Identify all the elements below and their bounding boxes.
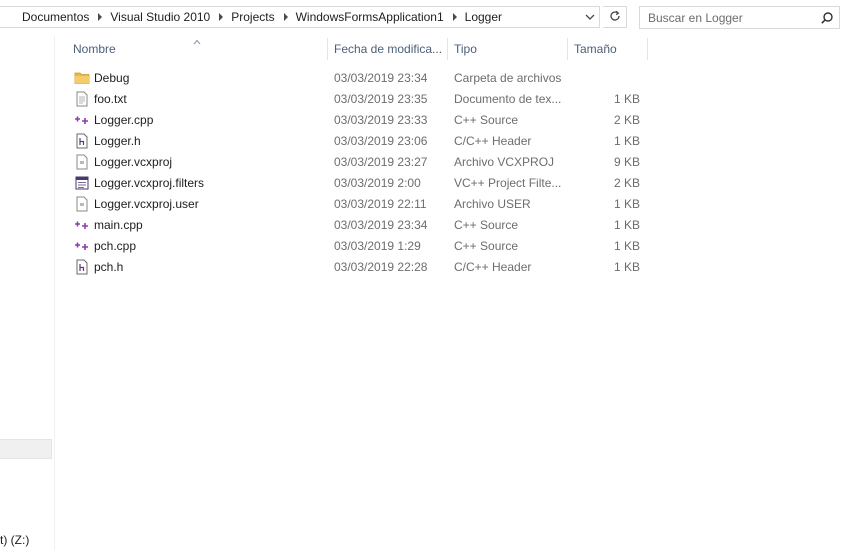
file-date: 03/03/2019 1:29 [334, 239, 421, 253]
file-row[interactable]: Logger.cpp 03/03/2019 23:33 C++ Source 2 KB [54, 110, 674, 131]
breadcrumb-item-documentos[interactable]: Documentos [22, 10, 89, 24]
chevron-right-icon[interactable] [283, 13, 288, 21]
file-row[interactable]: pch.h 03/03/2019 22:28 C/C++ Header 1 KB [54, 257, 674, 278]
cpp-file-icon [74, 217, 90, 233]
breadcrumb-item-projects[interactable]: Projects [231, 10, 274, 24]
file-row[interactable]: Debug 03/03/2019 23:34 Carpeta de archivos [54, 68, 674, 89]
chevron-right-icon[interactable] [98, 13, 103, 21]
project-file-icon [74, 196, 90, 212]
column-header-size[interactable]: Tamaño [574, 42, 617, 56]
file-name: main.cpp [94, 218, 143, 232]
navigation-pane[interactable] [0, 36, 55, 550]
cpp-file-icon [74, 238, 90, 254]
file-row[interactable]: Logger.vcxproj.user 03/03/2019 22:11 Archi… [54, 194, 674, 215]
file-date: 03/03/2019 2:00 [334, 176, 421, 190]
file-name: Logger.vcxproj.filters [94, 176, 205, 190]
filters-file-icon [74, 175, 90, 191]
file-size: 1 KB [613, 218, 640, 232]
search-icon[interactable] [820, 11, 834, 28]
file-date: 03/03/2019 23:35 [334, 92, 428, 106]
search-placeholder: Buscar en Logger [648, 11, 743, 25]
file-size: 1 KB [613, 197, 640, 211]
file-size: 2 KB [613, 176, 640, 190]
file-date: 03/03/2019 23:33 [334, 113, 428, 127]
address-bar[interactable]: Documentos Visual Studio 2010 Projects W… [0, 6, 600, 28]
breadcrumb-item-logger[interactable]: Logger [465, 10, 502, 24]
column-headers: Nombre Fecha de modifica... Tipo Tamaño [54, 36, 674, 64]
file-name: Logger.cpp [94, 113, 154, 127]
refresh-icon [608, 9, 622, 26]
file-type: Archivo VCXPROJ [454, 155, 555, 169]
file-name: Logger.h [94, 134, 141, 148]
column-divider[interactable] [327, 38, 328, 60]
file-size: 1 KB [613, 134, 640, 148]
file-type: C/C++ Header [454, 260, 532, 274]
text-file-icon [74, 91, 90, 107]
header-file-icon [74, 259, 90, 275]
file-date: 03/03/2019 23:27 [334, 155, 428, 169]
file-type: C++ Source [454, 239, 519, 253]
file-size: 1 KB [613, 92, 640, 106]
column-divider[interactable] [567, 38, 568, 60]
nav-item-drive-z[interactable]: t) (Z:) [0, 533, 29, 547]
column-header-date[interactable]: Fecha de modifica... [334, 42, 442, 56]
file-name: foo.txt [94, 92, 127, 106]
column-divider[interactable] [447, 38, 448, 60]
file-date: 03/03/2019 23:06 [334, 134, 428, 148]
sort-ascending-icon [193, 34, 201, 48]
breadcrumb-item-visual-studio[interactable]: Visual Studio 2010 [110, 10, 210, 24]
file-type: C/C++ Header [454, 134, 532, 148]
refresh-button[interactable] [603, 6, 627, 28]
project-file-icon [74, 154, 90, 170]
file-size: 1 KB [613, 239, 640, 253]
chevron-right-icon[interactable] [452, 13, 457, 21]
file-date: 03/03/2019 22:28 [334, 260, 428, 274]
cpp-file-icon [74, 112, 90, 128]
file-row[interactable]: Logger.vcxproj.filters 03/03/2019 2:00 VC+… [54, 173, 674, 194]
file-size: 9 KB [613, 155, 640, 169]
column-header-type[interactable]: Tipo [454, 42, 477, 56]
file-size: 2 KB [613, 113, 640, 127]
column-divider[interactable] [647, 38, 648, 60]
file-type: Archivo USER [454, 197, 531, 211]
file-type: Documento de tex... [454, 92, 562, 106]
file-type: Carpeta de archivos [454, 71, 562, 85]
file-row[interactable]: foo.txt 03/03/2019 23:35 Documento de tex.… [54, 89, 674, 110]
file-row[interactable]: Logger.h 03/03/2019 23:06 C/C++ Header 1 KB [54, 131, 674, 152]
file-date: 03/03/2019 23:34 [334, 218, 428, 232]
file-row[interactable]: main.cpp 03/03/2019 23:34 C++ Source 1 KB [54, 215, 674, 236]
search-input[interactable]: Buscar en Logger [639, 6, 840, 29]
file-name: Logger.vcxproj.user [94, 197, 199, 211]
breadcrumb: Documentos Visual Studio 2010 Projects W… [0, 7, 502, 27]
breadcrumb-item-windowsformsapplication1[interactable]: WindowsFormsApplication1 [296, 10, 444, 24]
file-size: 1 KB [613, 260, 640, 274]
file-date: 03/03/2019 22:11 [334, 197, 427, 211]
file-type: C++ Source [454, 218, 519, 232]
chevron-down-icon[interactable] [584, 11, 596, 23]
file-list: Debug 03/03/2019 23:34 Carpeta de archivos… [54, 68, 674, 278]
header-file-icon [74, 133, 90, 149]
file-type: VC++ Project Filte... [454, 176, 562, 190]
file-date: 03/03/2019 23:34 [334, 71, 428, 85]
file-row[interactable]: Logger.vcxproj 03/03/2019 23:27 Archivo VC… [54, 152, 674, 173]
file-name: Debug [94, 71, 130, 85]
folder-icon [74, 70, 90, 86]
chevron-right-icon[interactable] [219, 13, 224, 21]
file-name: Logger.vcxproj [94, 155, 173, 169]
file-row[interactable]: pch.cpp 03/03/2019 1:29 C++ Source 1 KB [54, 236, 674, 257]
file-type: C++ Source [454, 113, 519, 127]
nav-selected-item[interactable] [0, 439, 52, 459]
column-header-name[interactable]: Nombre [73, 42, 116, 56]
file-name: pch.h [94, 260, 124, 274]
file-name: pch.cpp [94, 239, 137, 253]
